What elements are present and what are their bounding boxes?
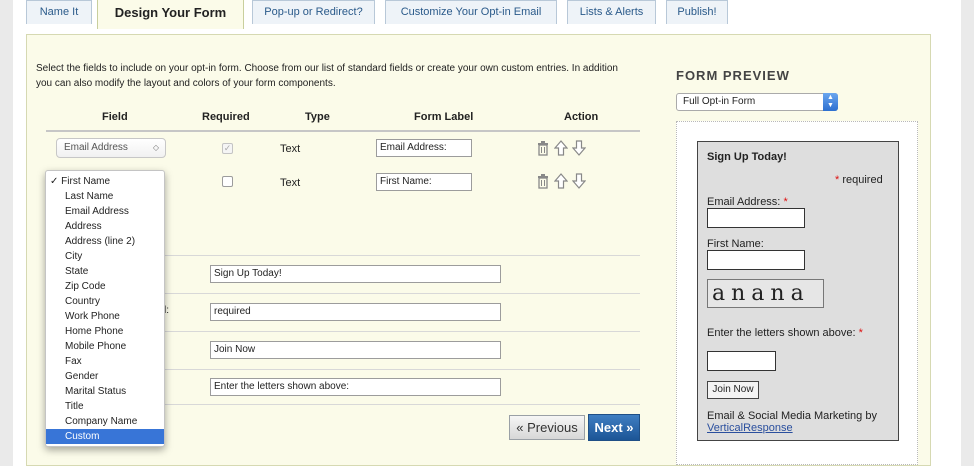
select-arrows-icon: ◇ — [152, 143, 159, 152]
required-note-text: required — [842, 174, 883, 186]
required-asterisk: * — [835, 174, 840, 186]
required-asterisk: * — [783, 196, 788, 208]
preview-captcha-label: Enter the letters shown above: * — [707, 327, 863, 339]
form-preview-title: FORM PREVIEW — [676, 68, 790, 83]
trash-icon[interactable] — [536, 140, 550, 156]
header-form-label: Form Label — [414, 111, 474, 123]
type-cell: Text — [280, 177, 301, 189]
field-select-value: Email Address — [64, 142, 128, 153]
dropdown-option-work-phone[interactable]: Work Phone — [46, 309, 164, 324]
trash-icon[interactable] — [536, 173, 550, 189]
captcha-image: anana — [707, 279, 824, 308]
captcha-text-input[interactable]: Enter the letters shown above: — [210, 378, 501, 396]
tab-popup-or-redirect[interactable]: Pop-up or Redirect? — [252, 0, 375, 24]
required-text-input[interactable]: required — [210, 303, 501, 321]
dropdown-option-first-name[interactable]: ✓ First Name — [46, 174, 164, 189]
preview-first-name-input[interactable] — [707, 250, 805, 270]
header-required: Required — [202, 111, 250, 123]
label-input-email[interactable]: Email Address: — [376, 139, 472, 157]
dropdown-option-email-address[interactable]: Email Address — [46, 204, 164, 219]
field-select-email[interactable]: Email Address ◇ — [56, 138, 166, 158]
preview-email-label: Email Address: * — [707, 196, 788, 208]
tab-publish[interactable]: Publish! — [666, 0, 728, 24]
header-field: Field — [102, 111, 128, 123]
header-divider — [46, 130, 640, 132]
checkmark-icon: ✓ — [50, 176, 59, 187]
move-up-icon[interactable] — [554, 140, 568, 156]
header-action: Action — [564, 111, 599, 123]
verticalresponse-link[interactable]: VerticalResponse — [707, 422, 793, 434]
dropdown-option-last-name[interactable]: Last Name — [46, 189, 164, 204]
preview-captcha-input[interactable] — [707, 351, 776, 371]
tab-design-your-form[interactable]: Design Your Form — [97, 0, 244, 29]
form-title-input[interactable]: Sign Up Today! — [210, 265, 501, 283]
preview-footer-text: Email & Social Media Marketing by — [707, 410, 877, 422]
tab-lists-alerts[interactable]: Lists & Alerts — [567, 0, 656, 24]
move-down-icon[interactable] — [572, 140, 586, 156]
required-checkbox-email[interactable]: ✓ — [222, 143, 233, 154]
preview-first-name-label: First Name: — [707, 238, 764, 250]
dropdown-option-zip-code[interactable]: Zip Code — [46, 279, 164, 294]
intro-text: Select the fields to include on your opt… — [36, 63, 618, 89]
move-up-icon[interactable] — [554, 173, 568, 189]
captcha-label-text: Enter the letters shown above: — [707, 327, 856, 339]
preview-required-note: * required — [835, 174, 883, 186]
preview-style-value: Full Opt-in Form — [683, 96, 756, 107]
header-type: Type — [305, 111, 330, 123]
tab-customize-optin-email[interactable]: Customize Your Opt-in Email — [385, 0, 557, 24]
preview-email-input[interactable] — [707, 208, 805, 228]
dropdown-option-home-phone[interactable]: Home Phone — [46, 324, 164, 339]
required-asterisk: * — [858, 327, 863, 339]
preview-style-select[interactable]: Full Opt-in Form ▲ ▼ — [676, 93, 838, 111]
label-input-first-name[interactable]: First Name: — [376, 173, 472, 191]
field-dropdown-menu[interactable]: ✓ First Name Last Name Email Address Add… — [45, 170, 165, 447]
dropdown-option-address[interactable]: Address — [46, 219, 164, 234]
email-label-text: Email Address: — [707, 196, 781, 208]
dropdown-option-fax[interactable]: Fax — [46, 354, 164, 369]
dropdown-option-gender[interactable]: Gender — [46, 369, 164, 384]
select-arrows-icon: ▲ ▼ — [823, 93, 838, 111]
dropdown-option-company-name[interactable]: Company Name — [46, 414, 164, 429]
option-label: First Name — [61, 176, 111, 187]
next-button[interactable]: Next » — [588, 414, 640, 441]
dropdown-option-marital-status[interactable]: Marital Status — [46, 384, 164, 399]
dropdown-option-mobile-phone[interactable]: Mobile Phone — [46, 339, 164, 354]
dropdown-option-custom[interactable]: Custom — [46, 429, 164, 444]
type-cell: Text — [280, 143, 301, 155]
dropdown-option-title[interactable]: Title — [46, 399, 164, 414]
required-checkbox-first-name[interactable] — [222, 176, 233, 187]
dropdown-option-city[interactable]: City — [46, 249, 164, 264]
preview-join-button[interactable]: Join Now — [707, 381, 759, 399]
previous-button[interactable]: « Previous — [509, 415, 585, 440]
dropdown-option-address-line-2[interactable]: Address (line 2) — [46, 234, 164, 249]
preview-form-heading: Sign Up Today! — [707, 151, 787, 163]
dropdown-option-country[interactable]: Country — [46, 294, 164, 309]
tab-name-it[interactable]: Name It — [26, 0, 92, 24]
button-text-input[interactable]: Join Now — [210, 341, 501, 359]
move-down-icon[interactable] — [572, 173, 586, 189]
dropdown-option-state[interactable]: State — [46, 264, 164, 279]
